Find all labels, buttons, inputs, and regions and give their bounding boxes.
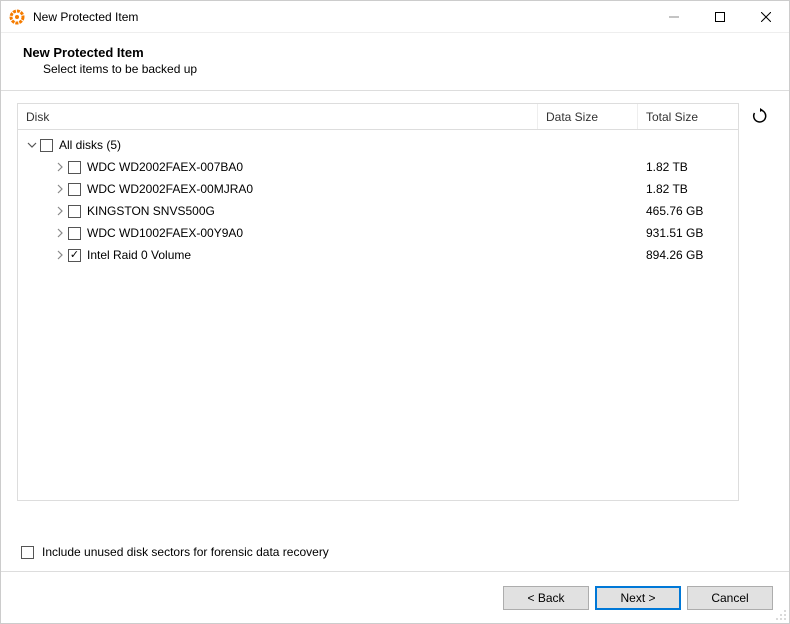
window-controls bbox=[651, 1, 789, 32]
tree-root[interactable]: All disks (5) bbox=[18, 134, 738, 156]
disk-label: WDC WD1002FAEX-00Y9A0 bbox=[87, 226, 538, 240]
disk-label: WDC WD2002FAEX-007BA0 bbox=[87, 160, 538, 174]
column-data-size[interactable]: Data Size bbox=[538, 104, 638, 129]
cancel-button[interactable]: Cancel bbox=[687, 586, 773, 610]
table-header: Disk Data Size Total Size bbox=[18, 104, 738, 130]
column-total-size[interactable]: Total Size bbox=[638, 104, 738, 129]
tree-item[interactable]: WDC WD2002FAEX-007BA0 1.82 TB bbox=[18, 156, 738, 178]
forensic-label: Include unused disk sectors for forensic… bbox=[42, 545, 329, 559]
chevron-right-icon[interactable] bbox=[52, 247, 68, 263]
page-subtitle: Select items to be backed up bbox=[23, 62, 767, 76]
checkbox-disk[interactable] bbox=[68, 205, 81, 218]
disk-tree: All disks (5) WDC WD2002FAEX-007BA0 1.82 … bbox=[18, 130, 738, 500]
disk-label: Intel Raid 0 Volume bbox=[87, 248, 538, 262]
wizard-header: New Protected Item Select items to be ba… bbox=[1, 33, 789, 90]
disk-total-size: 1.82 TB bbox=[638, 160, 738, 174]
resize-grip-icon[interactable] bbox=[775, 609, 787, 621]
disk-total-size: 465.76 GB bbox=[638, 204, 738, 218]
checkbox-disk[interactable] bbox=[68, 183, 81, 196]
tree-item[interactable]: WDC WD1002FAEX-00Y9A0 931.51 GB bbox=[18, 222, 738, 244]
disk-label: KINGSTON SNVS500G bbox=[87, 204, 538, 218]
wizard-footer: < Back Next > Cancel bbox=[1, 571, 789, 623]
disk-table: Disk Data Size Total Size All disks (5) … bbox=[17, 103, 739, 501]
checkbox-all-disks[interactable] bbox=[40, 139, 53, 152]
tree-item[interactable]: Intel Raid 0 Volume 894.26 GB bbox=[18, 244, 738, 266]
tree-item[interactable]: KINGSTON SNVS500G 465.76 GB bbox=[18, 200, 738, 222]
checkbox-disk[interactable] bbox=[68, 161, 81, 174]
checkbox-forensic[interactable] bbox=[21, 546, 34, 559]
refresh-button[interactable] bbox=[747, 103, 773, 129]
window-title: New Protected Item bbox=[33, 10, 651, 24]
disk-total-size: 894.26 GB bbox=[638, 248, 738, 262]
minimize-button[interactable] bbox=[651, 1, 697, 32]
tree-item[interactable]: WDC WD2002FAEX-00MJRA0 1.82 TB bbox=[18, 178, 738, 200]
disk-total-size: 931.51 GB bbox=[638, 226, 738, 240]
content: Disk Data Size Total Size All disks (5) … bbox=[1, 90, 789, 571]
chevron-right-icon[interactable] bbox=[52, 225, 68, 241]
tree-root-label: All disks (5) bbox=[59, 138, 538, 152]
page-title: New Protected Item bbox=[23, 45, 767, 60]
maximize-button[interactable] bbox=[697, 1, 743, 32]
next-button[interactable]: Next > bbox=[595, 586, 681, 610]
chevron-right-icon[interactable] bbox=[52, 181, 68, 197]
column-disk[interactable]: Disk bbox=[18, 104, 538, 129]
disk-label: WDC WD2002FAEX-00MJRA0 bbox=[87, 182, 538, 196]
chevron-right-icon[interactable] bbox=[52, 159, 68, 175]
checkbox-disk[interactable] bbox=[68, 227, 81, 240]
titlebar: New Protected Item bbox=[1, 1, 789, 33]
disk-total-size: 1.82 TB bbox=[638, 182, 738, 196]
checkbox-disk[interactable] bbox=[68, 249, 81, 262]
back-button[interactable]: < Back bbox=[503, 586, 589, 610]
chevron-down-icon[interactable] bbox=[24, 137, 40, 153]
app-icon bbox=[9, 9, 25, 25]
close-button[interactable] bbox=[743, 1, 789, 32]
chevron-right-icon[interactable] bbox=[52, 203, 68, 219]
forensic-option[interactable]: Include unused disk sectors for forensic… bbox=[17, 545, 773, 559]
